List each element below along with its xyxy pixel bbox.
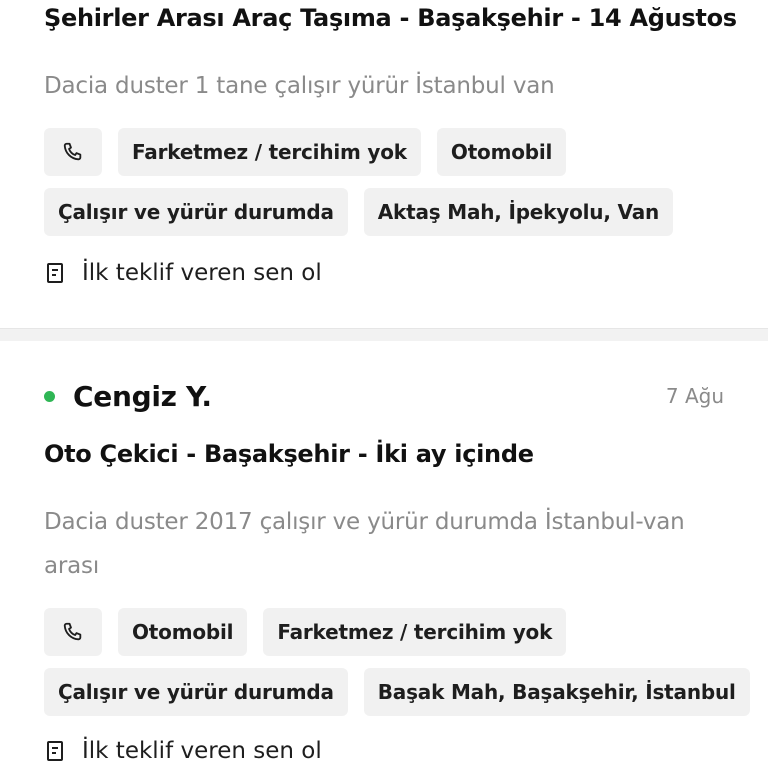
user-name: Cengiz Y.: [73, 379, 212, 413]
phone-icon: [63, 622, 82, 641]
tag-row: Çalışır ve yürür durumda Aktaş Mah, İpek…: [44, 188, 674, 236]
online-status-dot: [44, 390, 55, 402]
offer-row[interactable]: İlk teklif veren sen ol: [44, 260, 322, 286]
offer-row[interactable]: İlk teklif veren sen ol: [44, 738, 322, 764]
listing-date: 7 Ağu: [665, 384, 724, 408]
listing-description: Dacia duster 1 tane çalışır yürür İstanb…: [44, 73, 555, 99]
tag-chip: Çalışır ve yürür durumda: [44, 668, 348, 716]
listing-title: Şehirler Arası Araç Taşıma - Başakşehir …: [44, 4, 737, 32]
document-icon: [47, 741, 63, 761]
tag-chip: Farketmez / tercihim yok: [263, 608, 567, 656]
tag-chip: Farketmez / tercihim yok: [118, 128, 421, 176]
user-row: Cengiz Y. 7 Ağu: [44, 376, 724, 416]
listing-title: Oto Çekici - Başakşehir - İki ay içinde: [44, 440, 534, 468]
document-icon: [47, 263, 63, 283]
tag-row: Çalışır ve yürür durumda Başak Mah, Başa…: [44, 668, 750, 716]
location-chip: Başak Mah, Başakşehir, İstanbul: [363, 668, 750, 716]
tag-row: Farketmez / tercihim yok Otomobil: [44, 128, 567, 176]
phone-chip[interactable]: [44, 128, 102, 176]
tag-row: Otomobil Farketmez / tercihim yok: [44, 608, 567, 656]
listing-description: Dacia duster 2017 çalışır ve yürür durum…: [44, 509, 685, 579]
offer-text: İlk teklif veren sen ol: [82, 738, 322, 764]
tag-chip: Çalışır ve yürür durumda: [44, 188, 348, 236]
card-divider: [0, 328, 768, 341]
offer-text: İlk teklif veren sen ol: [82, 260, 322, 286]
tag-chip: Otomobil: [436, 128, 567, 176]
job-list-page: Şehirler Arası Araç Taşıma - Başakşehir …: [0, 0, 768, 768]
phone-chip[interactable]: [44, 608, 102, 656]
phone-icon: [63, 142, 82, 161]
tag-chip: Otomobil: [118, 608, 248, 656]
location-chip: Aktaş Mah, İpekyolu, Van: [363, 188, 674, 236]
